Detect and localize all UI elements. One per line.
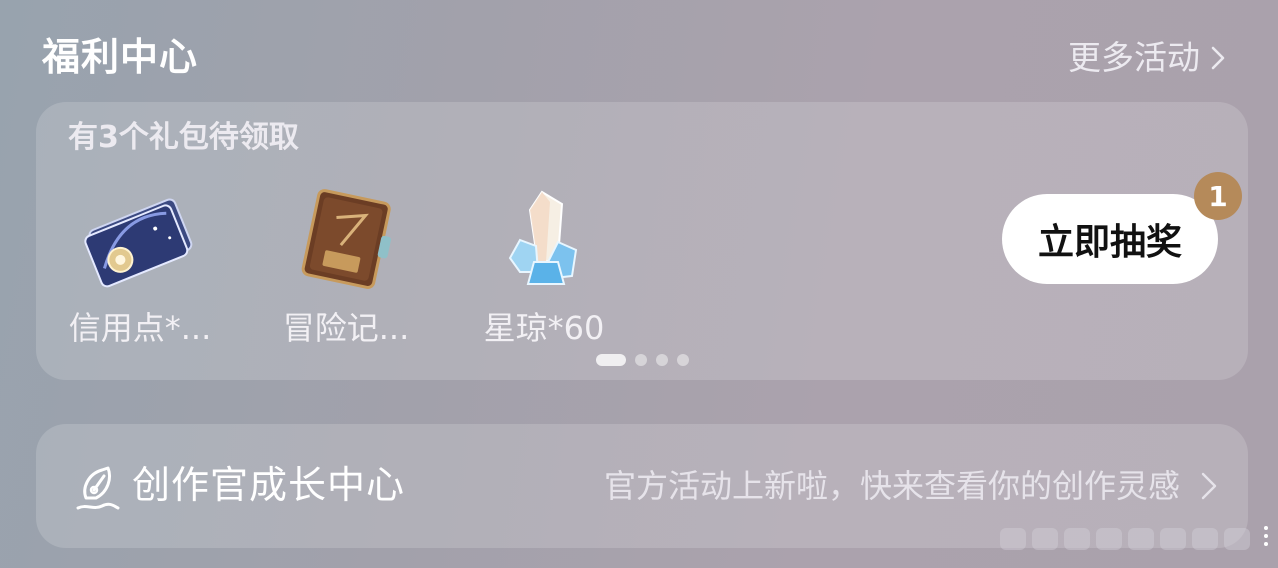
more-activities-label: 更多活动 [1068,38,1200,77]
credit-card-icon [84,198,193,288]
more-menu-icon[interactable] [1264,526,1268,546]
gift-item-label: 星琼*60 [483,309,605,347]
pagination-dot[interactable] [596,354,626,366]
gift-item-journal[interactable]: 冒险记... [256,184,436,364]
gift-item-credits[interactable]: 信用点*... [50,184,230,364]
page-title: 福利中心 [42,35,199,79]
crystal-icon [508,190,578,285]
journal-book-icon [301,189,391,289]
quill-pen-icon [76,466,120,510]
pagination-dot[interactable] [635,354,647,366]
chevron-right-icon [1201,472,1217,500]
gift-item-label: 信用点*... [68,309,212,347]
gift-pending-text: 有3个礼包待领取 [68,120,299,155]
creator-center-title: 创作官成长中心 [132,463,406,507]
gift-item-stellar-jade[interactable]: 星琼*60 [454,184,634,364]
pagination-dot[interactable] [677,354,689,366]
creator-center-description: 官方活动上新啦，快来查看你的创作灵感 [603,467,1180,505]
more-activities-link[interactable]: 更多活动 [1068,36,1226,80]
pagination-dot[interactable] [656,354,668,366]
draw-now-button[interactable]: 立即抽奖 [1002,194,1218,284]
chevron-right-icon [1211,46,1225,70]
notification-badge: 1 [1194,172,1242,220]
gift-item-label: 冒险记... [282,309,410,347]
section-header: 福利中心 更多活动 [0,0,1278,100]
blurred-watermark [1000,522,1250,556]
gift-panel: 有3个礼包待领取 信用点*... 冒险记... 星琼*60 立即抽奖 1 [36,102,1248,380]
carousel-pagination[interactable] [596,354,689,366]
